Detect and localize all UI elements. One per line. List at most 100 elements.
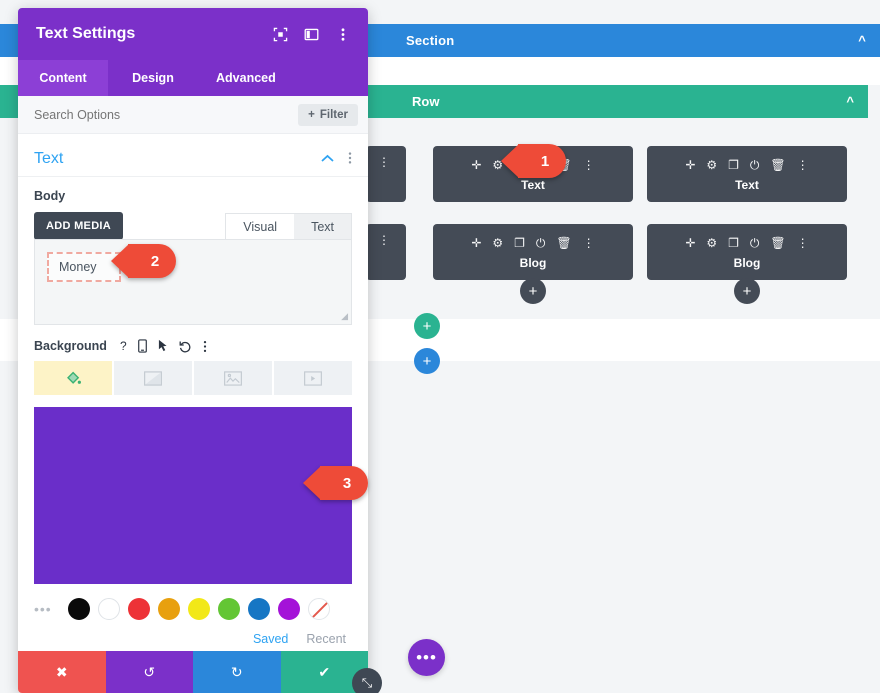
kebab-menu-icon[interactable]: ⋮ — [583, 237, 595, 249]
add-module-button[interactable]: + — [520, 278, 546, 304]
background-image-tab[interactable] — [194, 361, 274, 395]
color-swatches: ••• — [18, 584, 368, 620]
move-icon[interactable]: ✛ — [471, 237, 481, 249]
background-gradient-tab[interactable] — [114, 361, 194, 395]
module-label: Text — [735, 177, 759, 192]
add-media-button[interactable]: ADD MEDIA — [34, 212, 124, 240]
move-icon[interactable]: ✛ — [471, 159, 481, 171]
hover-icon[interactable] — [158, 339, 168, 353]
add-section-button[interactable]: + — [414, 348, 440, 374]
swatch-black[interactable] — [68, 598, 90, 620]
power-toggle-icon[interactable]: ⏻ — [750, 237, 760, 249]
responsive-icon[interactable] — [137, 339, 147, 353]
add-row-button[interactable]: + — [414, 313, 440, 339]
module-block-blog[interactable]: ✛ ⚙ ❐ ⏻ 🗑 ⋮ Blog — [647, 224, 847, 280]
panel-title: Text Settings — [36, 25, 136, 42]
kebab-menu-icon[interactable]: ⋮ — [378, 156, 390, 168]
filter-button-label: Filter — [319, 108, 348, 121]
module-toolbar: ✛ ⚙ ❐ ⏻ 🗑 ⋮ — [685, 235, 808, 251]
kebab-menu-icon[interactable]: ⋮ — [378, 234, 390, 246]
reset-icon[interactable] — [179, 340, 192, 353]
divi-main-menu-button[interactable]: ••• — [408, 639, 445, 676]
search-input[interactable] — [34, 107, 299, 122]
swatch-red[interactable] — [128, 598, 150, 620]
swatch-transparent[interactable] — [308, 598, 330, 620]
resize-diagonal-icon[interactable]: ⤡ — [352, 668, 382, 693]
power-toggle-icon[interactable]: ⏻ — [750, 159, 760, 171]
plus-icon: + — [308, 108, 315, 121]
color-source-links: Saved Recent — [18, 620, 368, 646]
tab-text[interactable]: Text — [294, 213, 351, 240]
tab-content[interactable]: Content — [18, 60, 108, 96]
chevron-up-icon[interactable] — [321, 152, 334, 166]
search-bar: + Filter — [18, 96, 368, 134]
kebab-menu-icon[interactable]: ⋮ — [797, 159, 809, 171]
editor-mode-tabs: Visual Text — [225, 212, 352, 240]
move-icon[interactable]: ✛ — [685, 159, 695, 171]
body-editor-textarea[interactable]: Money ◢ — [34, 239, 352, 325]
annotation-marker-1: 1 — [501, 144, 566, 178]
module-block-text[interactable]: ✛ ⚙ ❐ ⏻ 🗑 ⋮ Text — [647, 146, 847, 202]
body-field-label: Body — [34, 189, 66, 203]
undo-button[interactable]: ↺ — [105, 651, 193, 693]
background-video-tab[interactable] — [274, 361, 352, 395]
help-icon[interactable]: ? — [120, 339, 127, 353]
gear-icon[interactable]: ⚙ — [492, 237, 503, 249]
kebab-menu-icon[interactable] — [203, 340, 207, 353]
expand-icon[interactable] — [273, 27, 288, 42]
trash-icon[interactable]: 🗑 — [770, 237, 785, 249]
row-label: Row — [412, 94, 440, 109]
swatch-orange[interactable] — [158, 598, 180, 620]
text-group-header[interactable]: Text — [18, 134, 368, 177]
kebab-menu-icon[interactable] — [348, 151, 352, 168]
move-icon[interactable]: ✛ — [685, 237, 695, 249]
module-block-blog[interactable]: ✛ ⚙ ❐ ⏻ 🗑 ⋮ Blog — [433, 224, 633, 280]
more-colors-button[interactable]: ••• — [34, 601, 60, 617]
redo-button[interactable]: ↻ — [193, 651, 281, 693]
kebab-menu-icon[interactable]: ⋮ — [583, 159, 595, 171]
kebab-menu-icon[interactable]: ⋮ — [797, 237, 809, 249]
filter-button[interactable]: + Filter — [298, 103, 358, 126]
module-toolbar: ⋮ — [378, 232, 390, 248]
swatch-yellow[interactable] — [188, 598, 210, 620]
tab-design[interactable]: Design — [108, 60, 198, 96]
layout-toggle-icon[interactable] — [304, 27, 319, 42]
swatch-green[interactable] — [218, 598, 240, 620]
duplicate-icon[interactable]: ❐ — [728, 237, 739, 249]
trash-icon[interactable]: 🗑 — [556, 237, 571, 249]
add-module-button[interactable]: + — [734, 278, 760, 304]
swatch-white[interactable] — [98, 598, 120, 620]
swatch-blue[interactable] — [248, 598, 270, 620]
swatch-purple[interactable] — [278, 598, 300, 620]
tab-visual[interactable]: Visual — [226, 213, 295, 240]
cancel-button[interactable]: ✖ — [18, 651, 106, 693]
module-label: Blog — [519, 255, 547, 270]
module-block[interactable]: ⋮ — [366, 224, 406, 280]
duplicate-icon[interactable]: ❐ — [728, 159, 739, 171]
panel-header-actions — [273, 27, 350, 42]
saved-colors-link[interactable]: Saved — [253, 632, 288, 646]
kebab-menu-icon[interactable] — [335, 27, 350, 42]
annotation-marker-3: 3 — [303, 466, 368, 500]
recent-colors-link[interactable]: Recent — [306, 632, 346, 646]
annotation-marker-2: 2 — [111, 244, 176, 278]
textarea-resize-grip[interactable]: ◢ — [341, 311, 348, 322]
gear-icon[interactable]: ⚙ — [706, 237, 717, 249]
column-1: ⋮ ⋮ — [366, 146, 406, 302]
chevron-up-icon[interactable]: ^ — [846, 94, 854, 109]
panel-header: Text Settings — [18, 8, 368, 60]
gear-icon[interactable]: ⚙ — [706, 159, 717, 171]
duplicate-icon[interactable]: ❐ — [514, 237, 525, 249]
background-color-tab[interactable] — [34, 361, 114, 395]
panel-body: Text Body ADD MEDIA Visual Text Money ◢ … — [18, 134, 368, 651]
panel-footer: ✖ ↺ ↻ ✔ — [18, 651, 368, 693]
body-field: Body ADD MEDIA Visual Text Money ◢ — [18, 177, 368, 325]
module-toolbar: ⋮ — [378, 154, 390, 170]
background-label: Background — [34, 339, 107, 353]
body-editor-content[interactable]: Money — [47, 252, 121, 282]
power-toggle-icon[interactable]: ⏻ — [536, 237, 546, 249]
module-block[interactable]: ⋮ — [366, 146, 406, 202]
chevron-up-icon[interactable]: ^ — [858, 33, 866, 48]
tab-advanced[interactable]: Advanced — [198, 60, 294, 96]
trash-icon[interactable]: 🗑 — [770, 159, 785, 171]
